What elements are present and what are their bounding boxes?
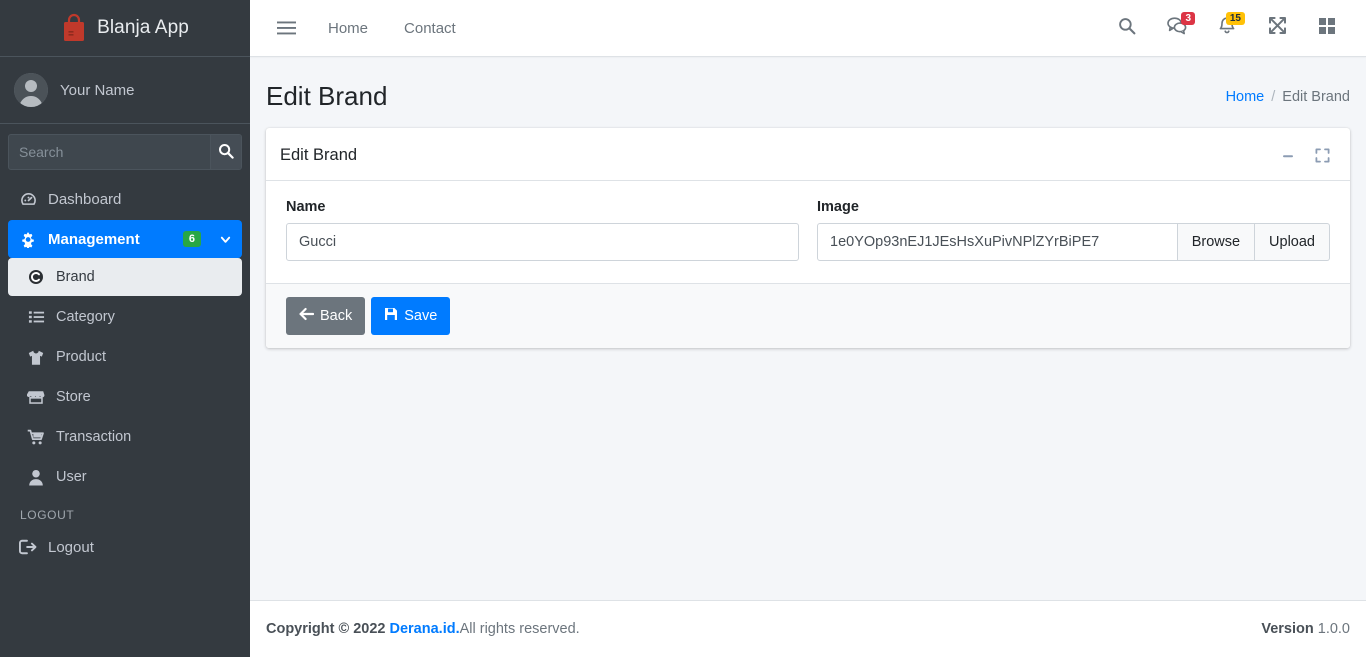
topnav-link-contact[interactable]: Contact [388,12,472,45]
notifications-badge: 15 [1225,12,1245,25]
sidebar-item-user[interactable]: User [8,458,242,496]
sidebar-item-management[interactable]: Management 6 Brand Category Product Stor… [8,220,242,496]
image-label: Image [817,199,859,215]
sidebar-item-logout[interactable]: Logout [8,528,242,566]
messages-badge: 3 [1181,12,1195,25]
topnav-search-button[interactable] [1104,8,1150,48]
tshirt-icon [26,349,46,366]
user-icon [26,469,46,486]
sidebar-search[interactable] [8,134,242,170]
topnav-messages-button[interactable]: 3 [1154,8,1200,48]
search-button[interactable] [210,135,241,169]
back-button-label: Back [320,308,353,324]
sidebar-item-brand[interactable]: Brand [8,258,242,296]
breadcrumb-home[interactable]: Home [1226,89,1265,105]
card-header: Edit Brand [266,131,1350,181]
footer-copyright-prefix: Copyright © 2022 [266,621,386,637]
sidebar-item-label: Product [56,349,106,365]
sidebar-submenu-management: Brand Category Product Store Transaction… [8,258,242,496]
sidebar-item-label: User [56,469,87,485]
topnav-apps-button[interactable] [1304,8,1350,48]
sign-out-icon [18,539,38,555]
upload-button[interactable]: Upload [1255,223,1330,261]
sidebar-item-category[interactable]: Category [8,298,242,336]
sidebar-item-store[interactable]: Store [8,378,242,416]
card-tools [1274,142,1336,170]
sidebar-item-label: Store [56,389,91,405]
grid-apps-icon [1318,17,1336,40]
browse-button[interactable]: Browse [1177,223,1256,261]
sidebar-user-name: Your Name [60,81,135,99]
footer-brand-link[interactable]: Derana.id. [390,621,460,637]
save-floppy-icon [384,307,398,325]
sidebar-section-logout: LOGOUT [20,508,75,522]
footer-copyright: Copyright © 2022 Derana.id.All rights re… [266,621,580,637]
sidebar-item-label: Category [56,309,115,325]
name-label: Name [286,199,326,215]
sidebar-nav: Dashboard Management 6 Brand Category Pr… [0,180,250,568]
gear-icon [18,231,38,248]
sidebar-item-label: Management [48,230,140,248]
content-header: Edit Brand Home / Edit Brand [250,57,1366,128]
list-icon [26,309,46,325]
content-area: Edit Brand Name Gucci Image 1e0YOp93nEJ1… [250,128,1366,348]
footer-rights: All rights reserved. [459,621,580,637]
sidebar-user-panel[interactable]: Your Name [0,57,250,124]
search-icon [1118,17,1136,40]
topnav-fullscreen-button[interactable] [1254,8,1300,48]
sidebar-item-product[interactable]: Product [8,338,242,376]
footer-version: Version 1.0.0 [1261,621,1350,637]
save-button-label: Save [404,308,438,324]
edit-brand-card: Edit Brand Name Gucci Image 1e0YOp93nEJ1… [266,128,1350,348]
search-input[interactable] [9,135,210,169]
card-title: Edit Brand [280,146,358,164]
expand-arrows-icon [1268,16,1287,40]
minimize-icon[interactable] [1274,142,1302,170]
page-title: Edit Brand [266,81,388,111]
footer-version-label: Version [1261,621,1314,637]
search-icon [218,143,234,162]
card-body: Name Image Browse Upload [266,181,1350,283]
chevron-down-icon[interactable] [219,233,232,246]
save-button[interactable]: Save [371,297,451,335]
breadcrumb: Home / Edit Brand [1226,89,1350,105]
main-region: Home Contact 3 15 Edit Brand Home / Edit… [250,0,1366,657]
sidebar-item-label: Brand [56,269,95,285]
avatar [14,73,48,107]
image-input-group: Browse Upload [817,223,1330,261]
form-group-name: Name [286,199,799,261]
sidebar-item-badge: 6 [182,231,201,247]
topnav-link-home[interactable]: Home [312,12,384,45]
page-footer: Copyright © 2022 Derana.id.All rights re… [250,600,1366,657]
sidebar-item-dashboard[interactable]: Dashboard [8,180,242,218]
top-navbar: Home Contact 3 15 [250,0,1366,57]
footer-version-value: 1.0.0 [1317,621,1350,637]
breadcrumb-current: Edit Brand [1282,88,1350,105]
image-input[interactable] [817,223,1178,261]
store-icon [26,389,46,406]
hamburger-menu-icon[interactable] [264,8,308,48]
sidebar-item-label: Dashboard [48,190,122,208]
arrow-left-icon [299,307,315,325]
sidebar-brand[interactable]: Blanja App [0,0,250,57]
name-input[interactable] [286,223,799,261]
sidebar-item-label: Transaction [56,429,132,445]
card-footer: Back Save [266,283,1350,348]
dashboard-gauge-icon [18,191,38,208]
form-group-image: Image Browse Upload [817,199,1330,261]
topnav-notifications-button[interactable]: 15 [1204,8,1250,48]
back-button[interactable]: Back [286,297,366,335]
sidebar-brand-label: Blanja App [97,17,189,38]
sidebar-item-label: Logout [48,538,94,556]
breadcrumb-separator: / [1271,88,1276,105]
shopping-cart-icon [26,429,46,446]
sidebar-item-transaction[interactable]: Transaction [8,418,242,456]
maximize-icon[interactable] [1308,142,1336,170]
shopping-bag-icon [61,13,87,43]
circle-c-icon [26,269,46,285]
sidebar: Blanja App Your Name Search Dashboard Ma… [0,0,250,657]
app-root: Blanja App Your Name Search Dashboard Ma… [0,0,1366,657]
